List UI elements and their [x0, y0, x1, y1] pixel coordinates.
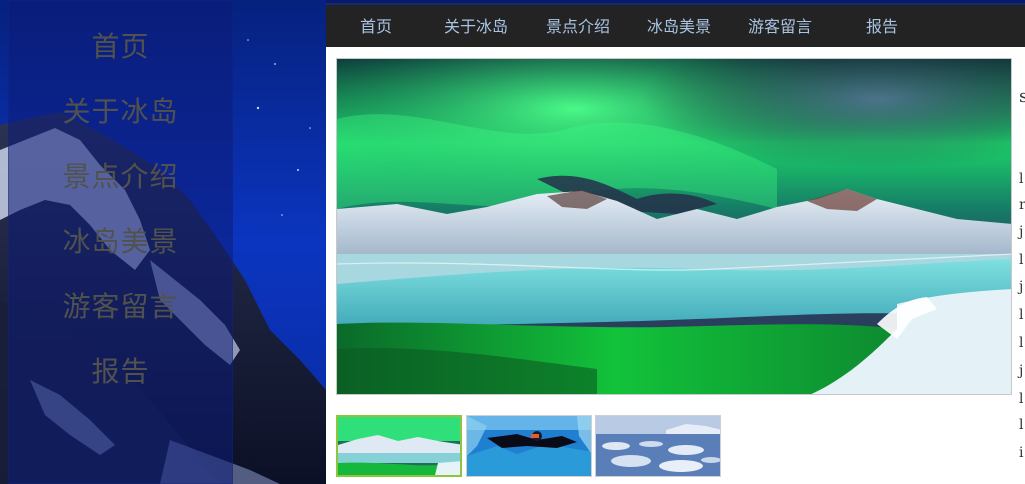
right-article-text-cutoff: s l r j l j l l j l l i	[1017, 50, 1025, 484]
thumbnail-diver[interactable]	[466, 415, 592, 477]
side-nav-item-iceland-scenery[interactable]: 冰岛美景	[8, 209, 233, 274]
thumbnail-aurora[interactable]	[336, 415, 462, 477]
thumbnail-ice-floes[interactable]	[595, 415, 721, 477]
top-navigation-bar: 首页 关于冰岛 景点介绍 冰岛美景 游客留言 报告	[326, 3, 1025, 49]
ice-floes-thumbnail-image	[596, 416, 720, 476]
side-nav-item-guestbook[interactable]: 游客留言	[8, 274, 233, 339]
aurora-thumbnail-image	[338, 417, 460, 475]
side-nav-item-about-iceland[interactable]: 关于冰岛	[8, 79, 233, 144]
main-content	[326, 47, 1025, 484]
top-nav-item-iceland-scenery[interactable]: 冰岛美景	[647, 5, 711, 49]
side-nav-item-report[interactable]: 报告	[8, 339, 233, 404]
top-nav-item-guestbook[interactable]: 游客留言	[748, 5, 812, 49]
top-nav-item-home[interactable]: 首页	[360, 5, 392, 49]
gallery-main-image[interactable]	[336, 58, 1012, 395]
top-nav-item-report[interactable]: 报告	[866, 5, 898, 49]
side-navigation: 首页 关于冰岛 景点介绍 冰岛美景 游客留言 报告	[8, 0, 233, 484]
side-nav-item-home[interactable]: 首页	[8, 14, 233, 79]
diver-thumbnail-image	[467, 416, 591, 476]
top-nav-item-about-iceland[interactable]: 关于冰岛	[444, 5, 508, 49]
side-nav-item-attractions[interactable]: 景点介绍	[8, 144, 233, 209]
aurora-landscape-image	[337, 59, 1011, 394]
top-nav-item-attractions[interactable]: 景点介绍	[546, 5, 610, 49]
